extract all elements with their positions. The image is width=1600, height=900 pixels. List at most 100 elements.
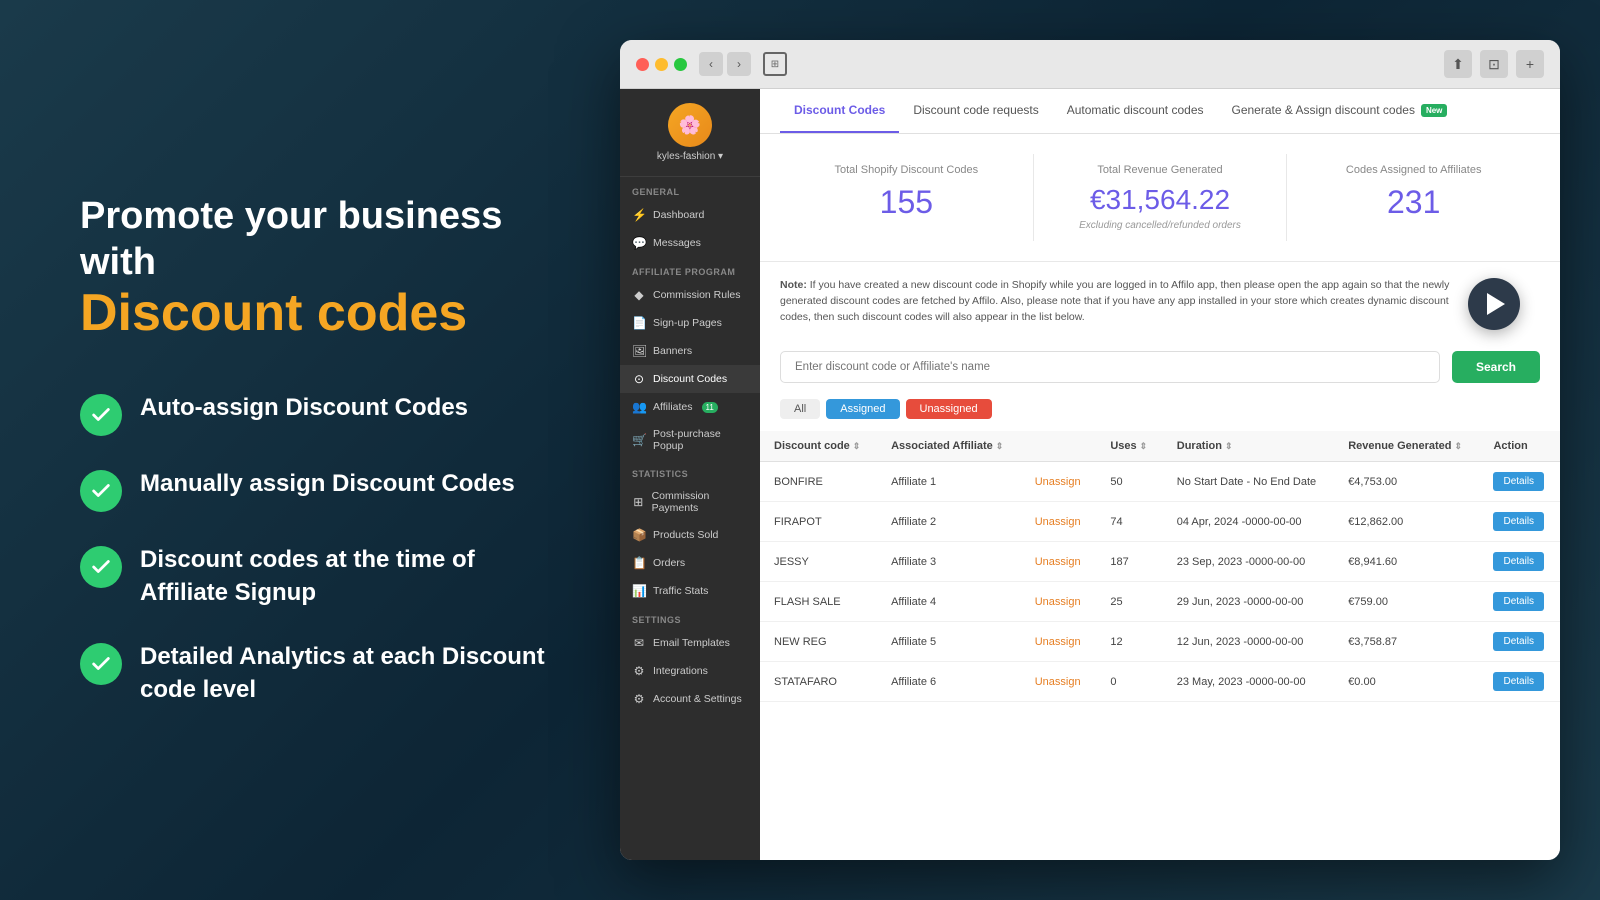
action-cell[interactable]: Details (1479, 502, 1560, 542)
browser-actions: ⬆ ⊡ + (1444, 50, 1544, 78)
unassign-cell[interactable]: Unassign (1021, 462, 1097, 502)
check-icon-1 (80, 394, 122, 436)
sidebar-icon: ⚡ (632, 208, 646, 222)
col-header-4[interactable]: Duration⇕ (1163, 431, 1334, 462)
sidebar-item-banners[interactable]: 🖼 Banners (620, 337, 760, 365)
details-button[interactable]: Details (1493, 512, 1544, 531)
stat-label-0: Total Shopify Discount Codes (800, 164, 1013, 176)
logo-icon: 🌸 (668, 103, 712, 147)
table-row: JESSY Affiliate 3 Unassign 187 23 Sep, 2… (760, 542, 1560, 582)
add-button[interactable]: + (1516, 50, 1544, 78)
col-label: Revenue Generated (1348, 440, 1451, 452)
sidebar-item-products-sold[interactable]: 📦 Products Sold (620, 521, 760, 549)
tab-label: Automatic discount codes (1067, 103, 1204, 117)
sidebar-item-messages[interactable]: 💬 Messages (620, 229, 760, 257)
action-cell[interactable]: Details (1479, 462, 1560, 502)
duplicate-button[interactable]: ⊡ (1480, 50, 1508, 78)
unassign-button[interactable]: Unassign (1035, 516, 1081, 528)
nav-buttons: ‹ › (699, 52, 751, 76)
tab-discount-code-requests[interactable]: Discount code requests (899, 89, 1052, 133)
tab-generate-&-assign-discount-codes[interactable]: Generate & Assign discount codesNew (1218, 89, 1462, 133)
sidebar-item-commission-rules[interactable]: ◆ Commission Rules (620, 281, 760, 309)
sidebar: 🌸 kyles-fashion ▾ GENERAL ⚡ Dashboard 💬 … (620, 89, 760, 860)
tabs-button[interactable]: ⊞ (763, 52, 787, 76)
forward-button[interactable]: › (727, 52, 751, 76)
table-row: FIRAPOT Affiliate 2 Unassign 74 04 Apr, … (760, 502, 1560, 542)
unassign-button[interactable]: Unassign (1035, 556, 1081, 568)
sidebar-item-sign-up-pages[interactable]: 📄 Sign-up Pages (620, 309, 760, 337)
action-cell[interactable]: Details (1479, 622, 1560, 662)
store-name[interactable]: kyles-fashion ▾ (657, 151, 723, 162)
tab-automatic-discount-codes[interactable]: Automatic discount codes (1053, 89, 1218, 133)
sidebar-item-account-&-settings[interactable]: ⚙ Account & Settings (620, 685, 760, 713)
sidebar-item-dashboard[interactable]: ⚡ Dashboard (620, 201, 760, 229)
tab-discount-codes[interactable]: Discount Codes (780, 89, 899, 133)
sidebar-item-label: Banners (653, 345, 692, 357)
col-header-1[interactable]: Associated Affiliate⇕ (877, 431, 1021, 462)
action-cell[interactable]: Details (1479, 582, 1560, 622)
filter-assigned[interactable]: Assigned (826, 399, 899, 419)
unassign-button[interactable]: Unassign (1035, 476, 1081, 488)
details-button[interactable]: Details (1493, 632, 1544, 651)
tab-label: Generate & Assign discount codes (1232, 103, 1415, 117)
search-input[interactable] (780, 351, 1440, 383)
filter-tabs: All Assigned Unassigned (760, 393, 1560, 431)
sidebar-item-label: Email Templates (653, 637, 730, 649)
sidebar-item-integrations[interactable]: ⚙ Integrations (620, 657, 760, 685)
unassign-button[interactable]: Unassign (1035, 596, 1081, 608)
col-header-0[interactable]: Discount code⇕ (760, 431, 877, 462)
details-button[interactable]: Details (1493, 592, 1544, 611)
sidebar-item-label: Affiliates (653, 401, 693, 413)
sidebar-item-commission-payments[interactable]: ⊞ Commission Payments (620, 483, 760, 521)
minimize-button[interactable] (655, 58, 668, 71)
duration-cell: 04 Apr, 2024 -0000-00-00 (1163, 502, 1334, 542)
maximize-button[interactable] (674, 58, 687, 71)
close-button[interactable] (636, 58, 649, 71)
unassign-cell[interactable]: Unassign (1021, 582, 1097, 622)
unassign-cell[interactable]: Unassign (1021, 542, 1097, 582)
play-button[interactable] (1468, 278, 1520, 330)
revenue-cell: €759.00 (1334, 582, 1479, 622)
unassign-button[interactable]: Unassign (1035, 676, 1081, 688)
filter-all[interactable]: All (780, 399, 820, 419)
affiliate-cell: Affiliate 3 (877, 542, 1021, 582)
stat-label-1: Total Revenue Generated (1054, 164, 1267, 176)
sidebar-section-statistics: STATISTICS (620, 459, 760, 483)
action-cell[interactable]: Details (1479, 542, 1560, 582)
back-button[interactable]: ‹ (699, 52, 723, 76)
sidebar-icon: ◆ (632, 288, 646, 302)
unassign-cell[interactable]: Unassign (1021, 502, 1097, 542)
share-button[interactable]: ⬆ (1444, 50, 1472, 78)
table-row: BONFIRE Affiliate 1 Unassign 50 No Start… (760, 462, 1560, 502)
sidebar-item-label: Products Sold (653, 529, 718, 541)
code-cell: NEW REG (760, 622, 877, 662)
col-header-3[interactable]: Uses⇕ (1096, 431, 1162, 462)
stats-row: Total Shopify Discount Codes 155 Total R… (760, 134, 1560, 262)
unassign-button[interactable]: Unassign (1035, 636, 1081, 648)
sidebar-item-traffic-stats[interactable]: 📊 Traffic Stats (620, 577, 760, 605)
sidebar-item-label: Commission Rules (653, 289, 741, 301)
details-button[interactable]: Details (1493, 472, 1544, 491)
traffic-lights (636, 58, 687, 71)
feature-text-3: Discount codes at the time of Affiliate … (140, 544, 560, 609)
details-button[interactable]: Details (1493, 672, 1544, 691)
sidebar-item-email-templates[interactable]: ✉ Email Templates (620, 629, 760, 657)
filter-unassigned[interactable]: Unassigned (906, 399, 992, 419)
unassign-cell[interactable]: Unassign (1021, 662, 1097, 702)
action-cell[interactable]: Details (1479, 662, 1560, 702)
revenue-cell: €3,758.87 (1334, 622, 1479, 662)
affiliate-cell: Affiliate 4 (877, 582, 1021, 622)
code-cell: STATAFARO (760, 662, 877, 702)
sidebar-item-discount-codes[interactable]: ⊙ Discount Codes (620, 365, 760, 393)
code-cell: FLASH SALE (760, 582, 877, 622)
col-label: Discount code (774, 440, 850, 452)
sidebar-item-orders[interactable]: 📋 Orders (620, 549, 760, 577)
uses-cell: 74 (1096, 502, 1162, 542)
sidebar-item-post-purchase-popup[interactable]: 🛒 Post-purchase Popup (620, 421, 760, 459)
details-button[interactable]: Details (1493, 552, 1544, 571)
search-button[interactable]: Search (1452, 351, 1540, 383)
affiliate-cell: Affiliate 1 (877, 462, 1021, 502)
unassign-cell[interactable]: Unassign (1021, 622, 1097, 662)
sidebar-item-affiliates[interactable]: 👥 Affiliates 11 (620, 393, 760, 421)
col-header-5[interactable]: Revenue Generated⇕ (1334, 431, 1479, 462)
